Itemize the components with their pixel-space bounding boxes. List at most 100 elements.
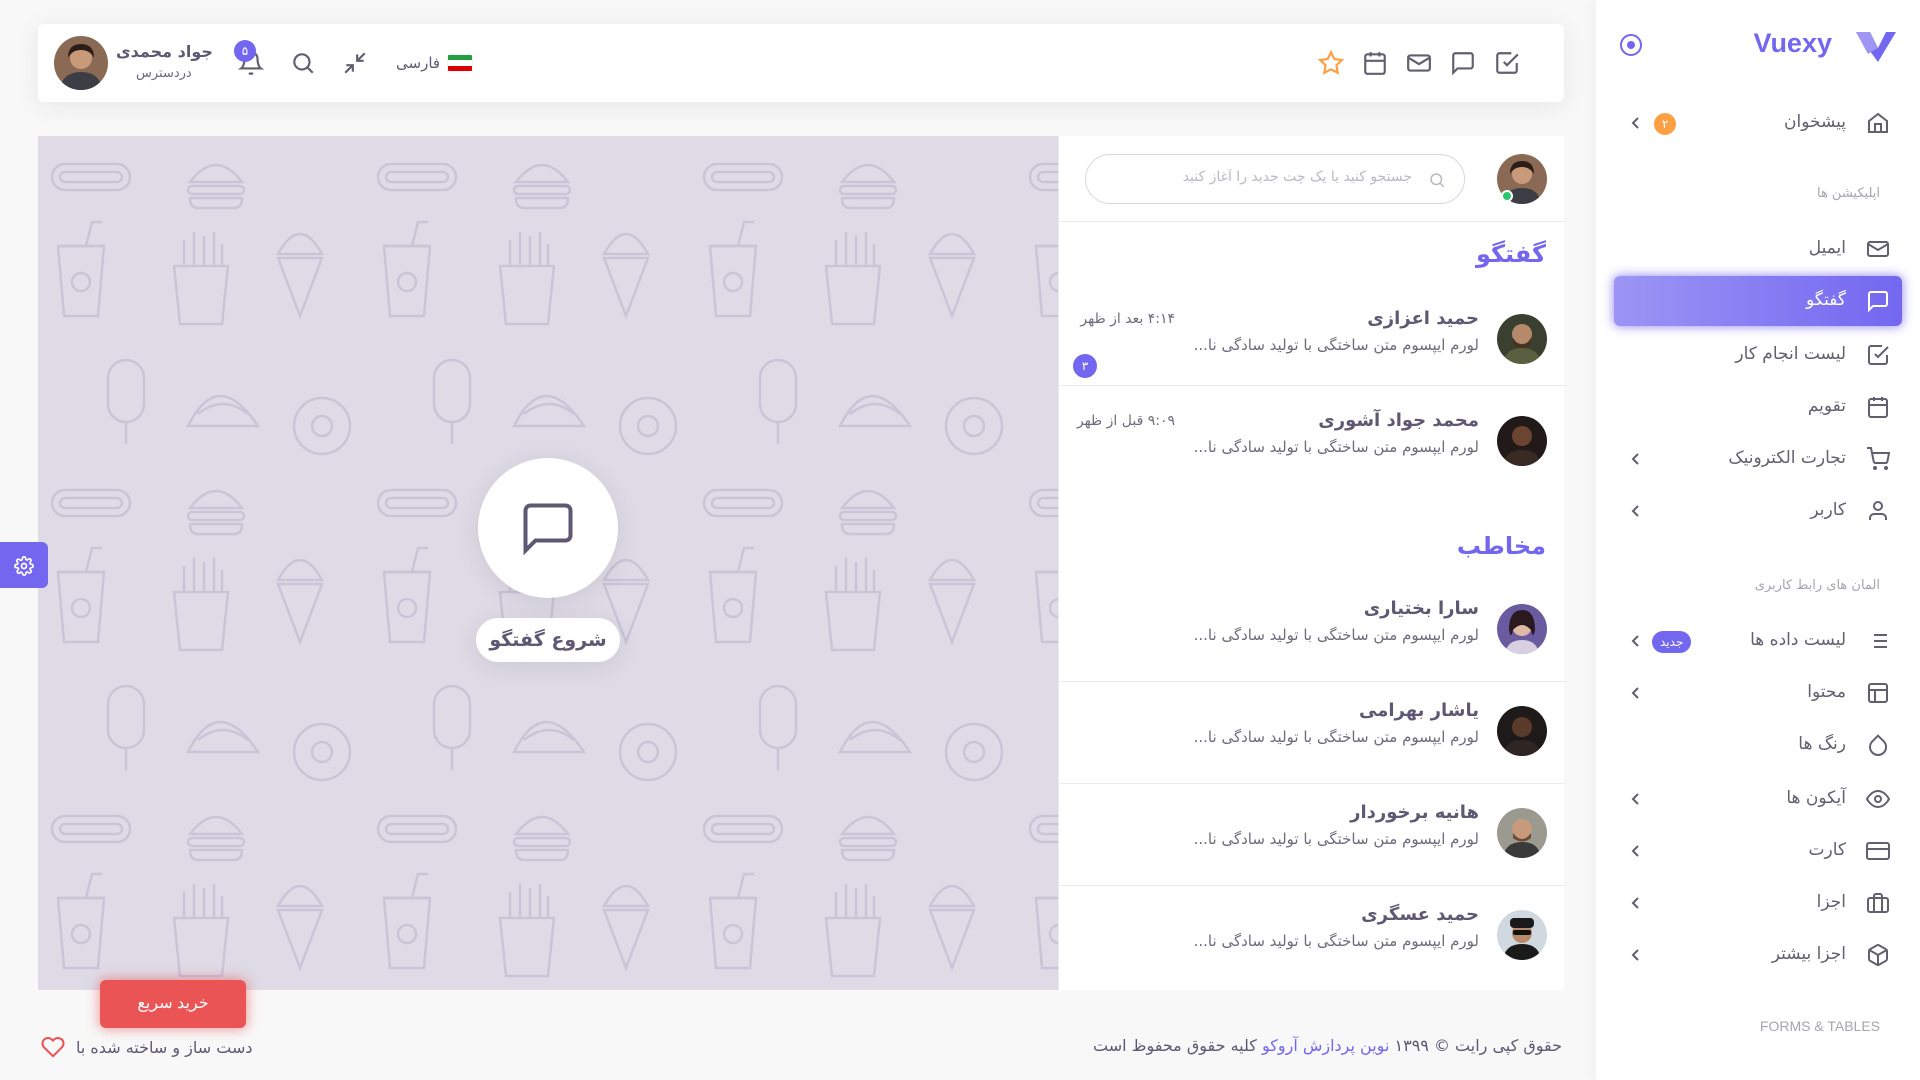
shopping-cart-icon [1866, 447, 1890, 471]
chat-search[interactable] [1085, 154, 1465, 204]
sidebar-item-chat[interactable]: گفتگو [1614, 276, 1902, 326]
unread-count-badge: ۳ [1073, 354, 1097, 378]
mail-icon[interactable] [1406, 50, 1432, 76]
eye-icon [1866, 787, 1890, 811]
sidebar-item-label: رنگ ها [1798, 734, 1846, 754]
chat-time: ۴:۱۴ بعد از ظهر [1080, 311, 1175, 327]
box-icon [1866, 943, 1890, 967]
chat-sidebar: گفتگو حمید اعزازی لورم ایپسوم متن ساختگی… [1058, 136, 1565, 990]
chevron-left-icon [1628, 947, 1644, 963]
sidebar-item-calendar[interactable]: تقویم [1614, 382, 1902, 432]
sidebar-item-card[interactable]: کارت [1614, 826, 1902, 876]
made-with-text: دست ساز و ساخته شده با [76, 1037, 253, 1057]
chat-last-message: لورم ایپسوم متن ساختگی با تولید سادگی نا… [1193, 336, 1479, 354]
search-icon[interactable] [290, 50, 316, 76]
sidebar-item-colors[interactable]: رنگ ها [1614, 720, 1902, 770]
home-icon [1866, 111, 1890, 135]
message-square-icon[interactable] [1450, 50, 1476, 76]
main-sidebar: Vuexy پیشخوان ۲ اپلیکیشن ها ایمیل گفتگو [1596, 0, 1920, 1080]
iran-flag-icon [448, 55, 473, 71]
search-icon [1428, 171, 1446, 189]
sidebar-item-ecommerce[interactable]: تجارت الکترونیک [1614, 434, 1902, 484]
copyright-link[interactable]: نوین پردازش آروکو [1262, 1036, 1389, 1055]
copyright: حقوق کپی رایت © ۱۳۹۹ نوین پردازش آروکو ک… [1093, 1036, 1562, 1055]
sidebar-item-data-list[interactable]: لیست داده ها جدید [1614, 616, 1902, 666]
sidebar-item-dashboard[interactable]: پیشخوان ۲ [1614, 98, 1902, 148]
avatar [1497, 604, 1547, 654]
chat-name: حمید اعزازی [1367, 308, 1479, 329]
sidebar-item-user[interactable]: کاربر [1614, 486, 1902, 536]
copyright-prefix: حقوق کپی رایت © ۱۳۹۹ [1394, 1036, 1563, 1055]
buy-now-button[interactable]: خرید سریع [100, 980, 246, 1028]
contact-name: حمید عسگری [1361, 904, 1479, 925]
top-navbar: جواد محمدی دردسترس ۵ فارسی [38, 24, 1564, 102]
contact-about: لورم ایپسوم متن ساختگی با تولید سادگی نا… [1193, 728, 1479, 746]
star-icon[interactable] [1318, 50, 1344, 76]
chat-last-message: لورم ایپسوم متن ساختگی با تولید سادگی نا… [1193, 438, 1479, 456]
sidebar-item-label: ایمیل [1808, 238, 1846, 258]
chat-list-item[interactable]: حمید اعزازی لورم ایپسوم متن ساختگی با تو… [1059, 284, 1565, 386]
copyright-suffix: کلیه حقوق محفوظ است [1093, 1036, 1257, 1055]
chat-content-area: شروع گفتگو [38, 136, 1058, 990]
start-conversation-bubble[interactable] [478, 458, 618, 598]
sidebar-item-components[interactable]: اجزا [1614, 878, 1902, 928]
contact-list-item[interactable]: حمید عسگری لورم ایپسوم متن ساختگی با تول… [1059, 886, 1565, 988]
contact-list-item[interactable]: یاشار بهرامی لورم ایپسوم متن ساختگی با ت… [1059, 682, 1565, 784]
user-name: جواد محمدی [116, 42, 213, 61]
language-label: فارسی [396, 54, 441, 72]
settings-icon [14, 556, 34, 576]
avatar [1497, 808, 1547, 858]
calendar-icon [1866, 395, 1890, 419]
sidebar-item-todo[interactable]: لیست انجام کار [1614, 330, 1902, 380]
avatar [1497, 314, 1547, 364]
credit-card-icon [1866, 839, 1890, 863]
contact-about: لورم ایپسوم متن ساختگی با تولید سادگی نا… [1193, 626, 1479, 644]
chevron-left-icon [1628, 685, 1644, 701]
sidebar-item-label: گفتگو [1806, 290, 1846, 310]
briefcase-icon [1866, 891, 1890, 915]
calendar-icon[interactable] [1362, 50, 1388, 76]
start-conversation-button[interactable]: شروع گفتگو [476, 618, 620, 662]
chat-list-item[interactable]: محمد جواد آشوری لورم ایپسوم متن ساختگی ب… [1059, 386, 1565, 488]
sidebar-item-icons[interactable]: آیکون ها [1614, 774, 1902, 824]
contact-about: لورم ایپسوم متن ساختگی با تولید سادگی نا… [1193, 830, 1479, 848]
chevron-left-icon [1628, 503, 1644, 519]
chevron-left-icon [1628, 451, 1644, 467]
language-selector[interactable]: فارسی [396, 50, 473, 76]
sidebar-section-forms-tables: FORMS & TABLES [1759, 1018, 1880, 1034]
contact-name: یاشار بهرامی [1359, 700, 1479, 721]
chat-name: محمد جواد آشوری [1318, 410, 1479, 431]
brand-name[interactable]: Vuexy [1753, 28, 1832, 59]
chats-title: گفتگو [1475, 240, 1546, 268]
chat-time: ۹:۰۹ قبل از ظهر [1076, 413, 1175, 429]
contact-name: سارا بختیاری [1363, 598, 1479, 619]
sidebar-item-label: پیشخوان [1784, 112, 1846, 132]
contacts-title: مخاطب [1456, 532, 1546, 560]
check-square-icon[interactable] [1494, 50, 1520, 76]
chat-search-input[interactable] [1112, 169, 1412, 185]
chevron-left-icon [1628, 895, 1644, 911]
check-square-icon [1866, 343, 1890, 367]
nav-badge-new: جدید [1652, 631, 1692, 653]
chevron-left-icon [1628, 843, 1644, 859]
sidebar-item-email[interactable]: ایمیل [1614, 224, 1902, 274]
sidebar-item-content[interactable]: محتوا [1614, 668, 1902, 718]
avatar[interactable] [54, 36, 108, 90]
sidebar-item-extra-components[interactable]: اجزا بیشتر [1614, 930, 1902, 980]
customizer-toggle[interactable] [0, 542, 48, 588]
message-square-icon [1866, 289, 1890, 313]
avatar [1497, 416, 1547, 466]
sidebar-section-ui-elements: المان های رابط کاربری [1754, 578, 1880, 593]
contact-list-item[interactable]: هانیه برخوردار لورم ایپسوم متن ساختگی با… [1059, 784, 1565, 886]
user-status: دردسترس [136, 66, 192, 81]
sidebar-section-apps: اپلیکیشن ها [1816, 186, 1880, 201]
brand: Vuexy [1618, 26, 1898, 66]
vuexy-logo-icon[interactable] [1854, 28, 1898, 64]
sidebar-toggle-icon[interactable] [1618, 32, 1644, 58]
contact-list-item[interactable]: سارا بختیاری لورم ایپسوم متن ساختگی با ت… [1059, 580, 1565, 682]
footer-made-with: دست ساز و ساخته شده با [40, 1034, 253, 1060]
user-menu[interactable]: جواد محمدی دردسترس [54, 36, 224, 90]
minimize-icon[interactable] [342, 50, 368, 76]
sidebar-item-label: کاربر [1810, 500, 1846, 520]
chevron-left-icon [1628, 115, 1644, 131]
